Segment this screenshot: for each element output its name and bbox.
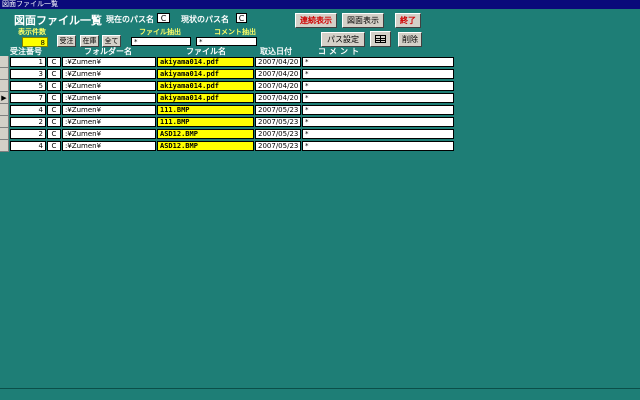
drive-cell[interactable]: C xyxy=(47,117,61,127)
file-name-cell[interactable]: 111.BMP xyxy=(157,105,254,115)
window-titlebar: 図面ファイル一覧 xyxy=(0,0,640,9)
order-number-cell[interactable]: 5 xyxy=(10,81,46,91)
comment-filter-label: コメント抽出 xyxy=(214,28,256,36)
comment-cell[interactable]: * xyxy=(302,93,454,103)
order-number-cell[interactable]: 3 xyxy=(10,69,46,79)
drive-cell[interactable]: C xyxy=(47,81,61,91)
drive-cell[interactable]: C xyxy=(47,57,61,67)
import-date-cell[interactable]: 2007/05/23 xyxy=(255,129,301,139)
exit-button[interactable]: 終了 xyxy=(395,13,421,28)
import-date-cell[interactable]: 2007/05/23 xyxy=(255,141,301,151)
continuous-view-button[interactable]: 連続表示 xyxy=(295,13,337,28)
comment-cell[interactable]: * xyxy=(302,57,454,67)
comment-cell[interactable]: * xyxy=(302,81,454,91)
row-selector[interactable] xyxy=(0,80,9,92)
row-selector[interactable] xyxy=(0,128,9,140)
comment-filter-field[interactable]: * xyxy=(196,37,257,46)
order-number-cell[interactable]: 2 xyxy=(10,117,46,127)
current-path-field[interactable]: C xyxy=(157,13,170,23)
file-name-cell[interactable]: akiyama014.pdf xyxy=(157,93,254,103)
file-filter-field[interactable]: * xyxy=(131,37,191,46)
row-selector[interactable]: ▶ xyxy=(0,92,9,104)
current-path-label: 現在のパス名 xyxy=(106,15,154,24)
order-number-cell[interactable]: 7 xyxy=(10,93,46,103)
import-date-cell[interactable]: 2007/04/20 xyxy=(255,69,301,79)
comment-cell[interactable]: * xyxy=(302,129,454,139)
table-row[interactable]: 3 C:¥Zumen¥ akiyama014.pdf 2007/04/20 * xyxy=(0,68,640,80)
file-list: 1 C:¥Zumen¥ akiyama014.pdf 2007/04/20 * 3 C:¥Z… xyxy=(0,56,640,152)
comment-cell[interactable]: * xyxy=(302,117,454,127)
prev-path-field[interactable]: C xyxy=(236,13,247,23)
file-filter-label: ファイル抽出 xyxy=(139,28,181,36)
row-selector[interactable] xyxy=(0,56,9,68)
table-icon xyxy=(375,35,386,43)
comment-cell[interactable]: * xyxy=(302,141,454,151)
count-label: 表示件数 xyxy=(18,28,46,36)
file-name-cell[interactable]: ASD12.BMP xyxy=(157,129,254,139)
table-row[interactable]: 4 C:¥Zumen¥ ASD12.BMP 2007/05/23 * xyxy=(0,140,640,152)
row-selector[interactable] xyxy=(0,68,9,80)
order-filter-button[interactable]: 受注 xyxy=(57,35,76,47)
drawing-view-button[interactable]: 図面表示 xyxy=(342,13,384,28)
folder-cell[interactable]: :¥Zumen¥ xyxy=(62,81,156,91)
drive-cell[interactable]: C xyxy=(47,141,61,151)
file-name-cell[interactable]: akiyama014.pdf xyxy=(157,69,254,79)
order-number-cell[interactable]: 1 xyxy=(10,57,46,67)
import-date-cell[interactable]: 2007/04/20 xyxy=(255,57,301,67)
file-name-cell[interactable]: ASD12.BMP xyxy=(157,141,254,151)
prev-path-label: 現状のパス名 xyxy=(181,15,229,24)
import-date-cell[interactable]: 2007/04/20 xyxy=(255,81,301,91)
import-date-cell[interactable]: 2007/04/20 xyxy=(255,93,301,103)
row-selector[interactable] xyxy=(0,116,9,128)
table-row[interactable]: 1 C:¥Zumen¥ akiyama014.pdf 2007/04/20 * xyxy=(0,56,640,68)
delete-button[interactable]: 削除 xyxy=(398,32,422,47)
drive-cell[interactable]: C xyxy=(47,105,61,115)
folder-cell[interactable]: :¥Zumen¥ xyxy=(62,141,156,151)
table-row[interactable]: ▶ 7 C:¥Zumen¥ akiyama014.pdf 2007/04/20 * xyxy=(0,92,640,104)
bottom-divider xyxy=(0,388,640,389)
drive-cell[interactable]: C xyxy=(47,129,61,139)
row-selector[interactable] xyxy=(0,104,9,116)
comment-cell[interactable]: * xyxy=(302,105,454,115)
table-row[interactable]: 5 C:¥Zumen¥ akiyama014.pdf 2007/04/20 * xyxy=(0,80,640,92)
folder-cell[interactable]: :¥Zumen¥ xyxy=(62,69,156,79)
table-row[interactable]: 2 C:¥Zumen¥ ASD12.BMP 2007/05/23 * xyxy=(0,128,640,140)
file-name-cell[interactable]: akiyama014.pdf xyxy=(157,57,254,67)
row-selector[interactable] xyxy=(0,140,9,152)
file-name-cell[interactable]: 111.BMP xyxy=(157,117,254,127)
page-title: 図面ファイル一覧 xyxy=(14,14,102,27)
folder-cell[interactable]: :¥Zumen¥ xyxy=(62,129,156,139)
table-row[interactable]: 2 C:¥Zumen¥ 111.BMP 2007/05/23 * xyxy=(0,116,640,128)
drive-cell[interactable]: C xyxy=(47,69,61,79)
import-date-cell[interactable]: 2007/05/23 xyxy=(255,117,301,127)
order-number-cell[interactable]: 2 xyxy=(10,129,46,139)
comment-cell[interactable]: * xyxy=(302,69,454,79)
order-number-cell[interactable]: 4 xyxy=(10,141,46,151)
file-name-cell[interactable]: akiyama014.pdf xyxy=(157,81,254,91)
folder-cell[interactable]: :¥Zumen¥ xyxy=(62,57,156,67)
folder-cell[interactable]: :¥Zumen¥ xyxy=(62,117,156,127)
grid-view-button[interactable] xyxy=(370,31,391,47)
order-number-cell[interactable]: 4 xyxy=(10,105,46,115)
folder-cell[interactable]: :¥Zumen¥ xyxy=(62,105,156,115)
folder-cell[interactable]: :¥Zumen¥ xyxy=(62,93,156,103)
path-settings-button[interactable]: パス設定 xyxy=(321,32,365,47)
drive-cell[interactable]: C xyxy=(47,93,61,103)
table-row[interactable]: 4 C:¥Zumen¥ 111.BMP 2007/05/23 * xyxy=(0,104,640,116)
import-date-cell[interactable]: 2007/05/23 xyxy=(255,105,301,115)
